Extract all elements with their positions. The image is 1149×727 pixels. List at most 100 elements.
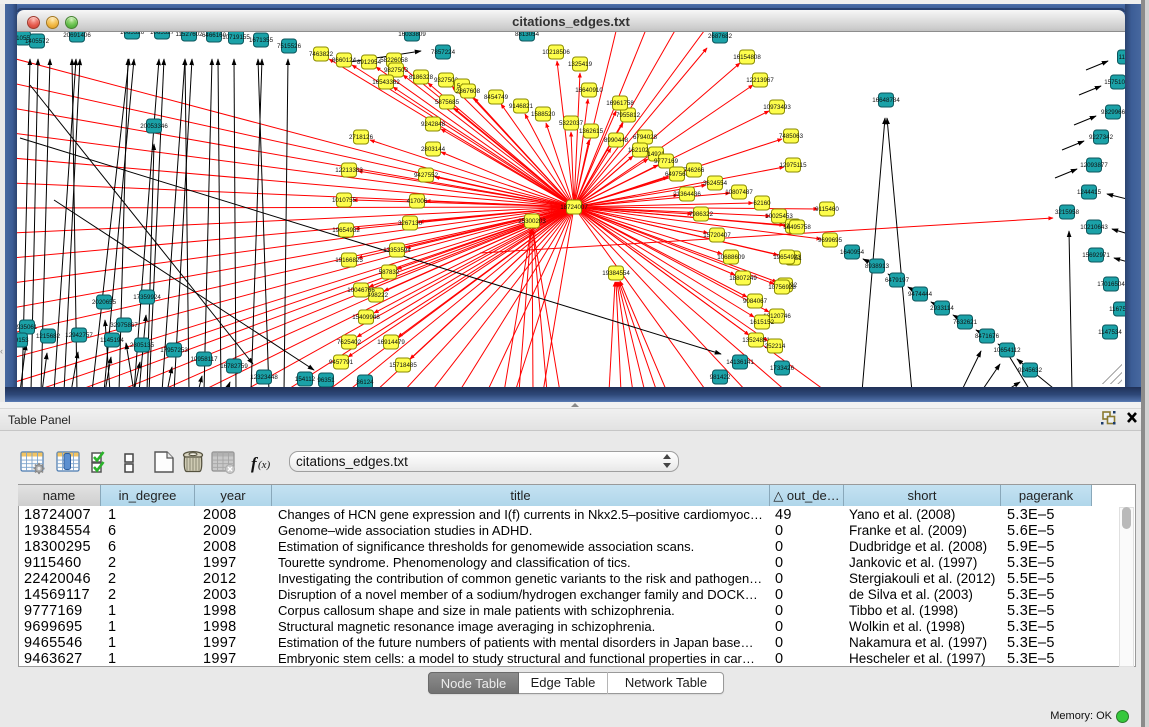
svg-text:9146821: 9146821 — [509, 103, 534, 110]
svg-text:10688609: 10688609 — [717, 254, 745, 261]
svg-text:16640910: 16640910 — [575, 87, 603, 94]
svg-text:7485063: 7485063 — [779, 133, 804, 140]
svg-text:9427552: 9427552 — [414, 172, 439, 179]
svg-text:15718485: 15718485 — [389, 362, 417, 369]
svg-text:16961758: 16961758 — [606, 100, 634, 107]
svg-text:86124: 86124 — [356, 379, 374, 386]
svg-text:587832: 587832 — [379, 269, 400, 276]
svg-text:5875685: 5875685 — [435, 99, 460, 106]
svg-text:17957253: 17957253 — [160, 347, 188, 354]
svg-text:1244415: 1244415 — [1077, 189, 1102, 196]
svg-text:1325419: 1325419 — [568, 61, 593, 68]
svg-text:32975867: 32975867 — [110, 322, 138, 329]
svg-text:1615152: 1615152 — [750, 319, 775, 326]
svg-text:12975115: 12975115 — [779, 162, 807, 169]
svg-text:10046766: 10046766 — [347, 287, 375, 294]
svg-text:7515526: 7515526 — [277, 43, 302, 50]
svg-text:1145194: 1145194 — [100, 337, 124, 344]
svg-text:1167534: 1167534 — [1109, 306, 1125, 313]
svg-text:9457791: 9457791 — [329, 359, 354, 366]
svg-text:8990448: 8990448 — [604, 137, 629, 144]
svg-text:13353594: 13353594 — [383, 247, 411, 254]
svg-text:19654923: 19654923 — [773, 254, 801, 261]
svg-text:19166825: 19166825 — [335, 257, 363, 264]
svg-text:7632621: 7632621 — [953, 319, 978, 326]
svg-text:16648784: 16648784 — [872, 97, 900, 104]
svg-text:1640954: 1640954 — [840, 249, 865, 256]
svg-text:2687682: 2687682 — [708, 33, 733, 40]
svg-text:8938913: 8938913 — [865, 263, 890, 270]
svg-text:1215682: 1215682 — [36, 333, 61, 340]
svg-text:16033809: 16033809 — [398, 32, 426, 38]
svg-text:8813054: 8813054 — [515, 32, 540, 38]
svg-text:935061: 935061 — [17, 324, 38, 331]
svg-text:2020655: 2020655 — [92, 299, 117, 306]
svg-text:12093877: 12093877 — [1080, 162, 1108, 169]
svg-text:7986322: 7986322 — [689, 211, 714, 218]
svg-text:11527602: 11527602 — [175, 32, 203, 38]
svg-text:3267130: 3267130 — [398, 220, 423, 227]
svg-text:10654112: 10654112 — [993, 347, 1021, 354]
svg-text:2718126: 2718126 — [349, 134, 374, 141]
svg-text:15692971: 15692971 — [1082, 252, 1110, 259]
svg-text:10719155: 10719155 — [222, 34, 250, 41]
svg-text:12323448: 12323448 — [250, 374, 278, 381]
svg-text:12213383: 12213383 — [335, 167, 363, 174]
svg-text:16782759: 16782759 — [220, 363, 248, 370]
svg-text:5322037: 5322037 — [559, 120, 584, 127]
svg-text:19654932: 19654932 — [332, 227, 360, 234]
svg-text:18807249: 18807249 — [729, 275, 757, 282]
svg-text:9227342: 9227342 — [1089, 134, 1114, 141]
svg-text:417006: 417006 — [407, 198, 428, 205]
svg-text:39153: 39153 — [17, 337, 29, 344]
svg-text:(x): (x) — [258, 459, 271, 471]
svg-text:7955812: 7955812 — [616, 112, 641, 119]
svg-text:9777169: 9777169 — [654, 158, 679, 165]
svg-text:10218506: 10218506 — [542, 49, 570, 56]
svg-text:21364436: 21364436 — [673, 191, 701, 198]
svg-text:12213967: 12213967 — [746, 77, 774, 84]
svg-text:746266: 746266 — [684, 167, 705, 174]
svg-text:20691406: 20691406 — [63, 32, 91, 39]
svg-text:9115460: 9115460 — [815, 206, 839, 213]
svg-text:8471676: 8471676 — [975, 333, 1000, 340]
svg-text:981422: 981422 — [710, 374, 731, 381]
svg-text:3624554: 3624554 — [703, 180, 728, 187]
svg-text:8186328: 8186328 — [409, 74, 434, 81]
svg-text:8454749: 8454749 — [484, 94, 509, 101]
svg-text:1671355: 1671355 — [249, 37, 274, 44]
svg-text:20053346: 20053346 — [140, 123, 168, 130]
svg-text:9827503: 9827503 — [384, 67, 409, 74]
svg-text:25300203: 25300203 — [518, 218, 546, 225]
svg-text:1147534: 1147534 — [1098, 329, 1122, 336]
svg-text:154112: 154112 — [295, 376, 316, 383]
svg-text:15751074: 15751074 — [1104, 79, 1125, 86]
svg-text:62160: 62160 — [753, 200, 771, 207]
svg-text:19384554: 19384554 — [602, 270, 630, 277]
svg-text:252214: 252214 — [765, 343, 786, 350]
svg-text:6794028: 6794028 — [633, 134, 658, 141]
svg-text:9699695: 9699695 — [818, 237, 843, 244]
svg-text:9242848: 9242848 — [421, 121, 446, 128]
svg-text:17359924: 17359924 — [133, 294, 161, 301]
svg-text:9084067: 9084067 — [743, 298, 768, 305]
svg-text:7625402: 7625402 — [337, 339, 362, 346]
svg-text:7857224: 7857224 — [431, 49, 456, 56]
svg-text:12942757: 12942757 — [65, 332, 93, 339]
svg-text:16914479: 16914479 — [377, 339, 405, 346]
svg-text:2933114: 2933114 — [930, 305, 954, 312]
svg-text:1733426: 1733426 — [770, 365, 795, 372]
svg-text:9329966: 9329966 — [1101, 109, 1125, 116]
svg-text:18724007: 18724007 — [560, 204, 588, 211]
svg-text:16154808: 16154808 — [733, 54, 761, 61]
svg-text:1065326: 1065326 — [120, 32, 145, 36]
svg-text:10973493: 10973493 — [763, 104, 791, 111]
svg-text:1010755: 1010755 — [332, 197, 357, 204]
svg-text:16495758: 16495758 — [783, 224, 811, 231]
svg-text:2867608: 2867608 — [456, 88, 481, 95]
svg-text:10958117: 10958117 — [190, 356, 218, 363]
svg-text:15409948: 15409948 — [352, 314, 380, 321]
svg-text:7463822: 7463822 — [309, 51, 334, 58]
svg-text:1117: 1117 — [1119, 54, 1125, 61]
svg-text:8912954: 8912954 — [357, 59, 382, 66]
